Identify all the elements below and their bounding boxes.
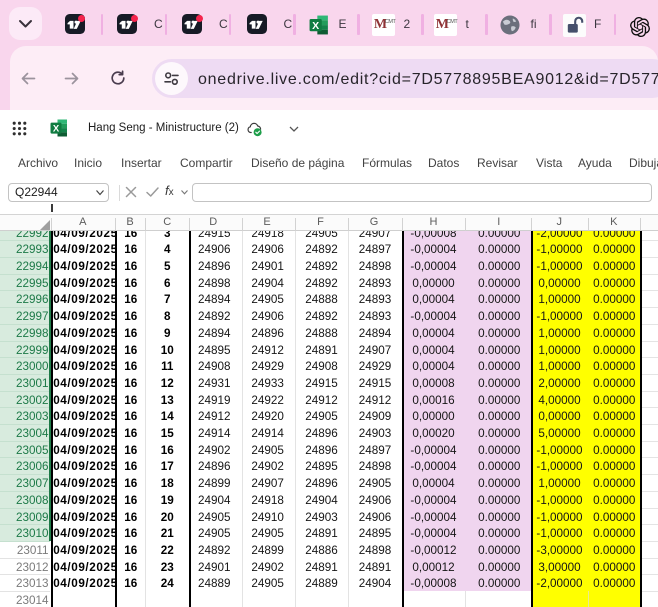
svg-text:X: X [312,20,319,32]
svg-text:X: X [53,124,60,135]
